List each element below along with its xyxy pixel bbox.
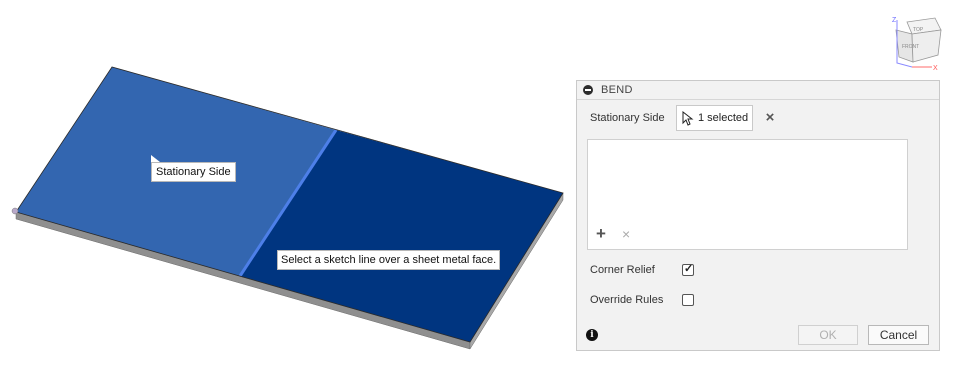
viewcube-front-label[interactable]: FRONT bbox=[902, 44, 919, 50]
bend-dialog: BEND Stationary Side 1 selected × + × Co… bbox=[576, 80, 940, 351]
override-rules-label: Override Rules bbox=[590, 294, 664, 306]
corner-relief-label: Corner Relief bbox=[590, 264, 655, 276]
stationary-side-select-button[interactable]: 1 selected bbox=[676, 105, 753, 131]
clear-selection-icon[interactable]: × bbox=[763, 110, 777, 125]
cursor-icon bbox=[682, 111, 694, 126]
viewcube-top-label[interactable]: TOP bbox=[913, 27, 924, 33]
check-mark-icon: ✓ bbox=[684, 263, 694, 275]
remove-icon[interactable]: × bbox=[622, 226, 630, 242]
dialog-header: BEND bbox=[577, 81, 939, 100]
add-icon[interactable]: + bbox=[596, 225, 606, 242]
view-cube[interactable]: TOP FRONT Z X bbox=[892, 17, 942, 72]
stationary-side-label: Stationary Side bbox=[590, 112, 665, 124]
dialog-title: BEND bbox=[601, 84, 633, 96]
axis-x-label: X bbox=[933, 65, 938, 72]
bend-list[interactable]: + × bbox=[587, 139, 908, 250]
selection-hint-tooltip: Select a sketch line over a sheet metal … bbox=[277, 250, 501, 270]
ok-button[interactable]: OK bbox=[798, 325, 858, 345]
stationary-side-tooltip: Stationary Side bbox=[151, 162, 236, 182]
info-icon[interactable]: i bbox=[586, 329, 598, 341]
cancel-button[interactable]: Cancel bbox=[868, 325, 929, 345]
sheet-corner-point bbox=[11, 207, 19, 215]
collapse-icon[interactable] bbox=[583, 85, 593, 95]
axis-z-label: Z bbox=[892, 17, 897, 24]
selection-count: 1 selected bbox=[698, 112, 749, 124]
corner-relief-checkbox[interactable]: ✓ bbox=[682, 263, 694, 276]
override-rules-checkbox[interactable] bbox=[682, 294, 694, 306]
